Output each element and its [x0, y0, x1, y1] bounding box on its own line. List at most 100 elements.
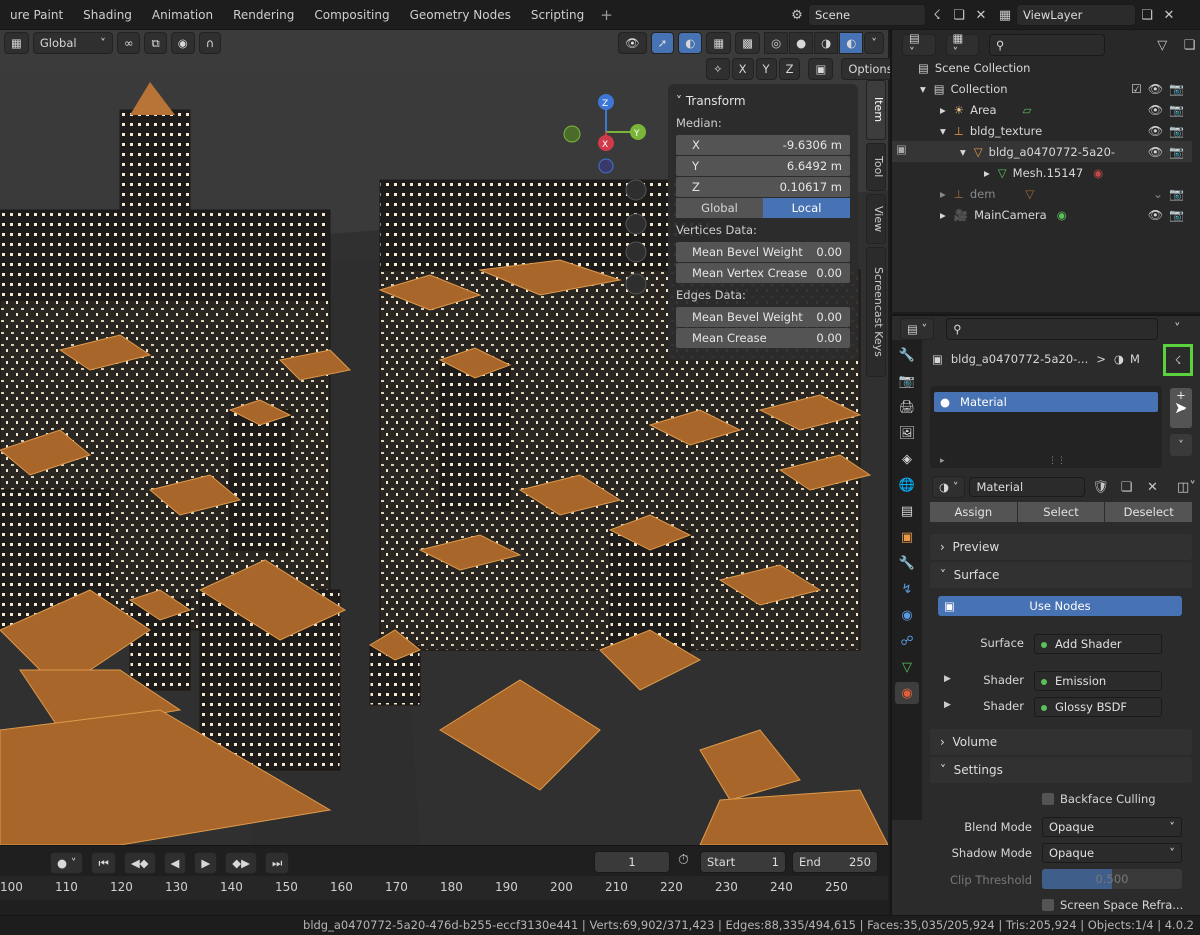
tab-animation[interactable]: Animation [142, 0, 223, 30]
local-toggle[interactable]: Local [763, 198, 850, 218]
editor-type-icon[interactable]: ▤ ˅ [902, 31, 936, 59]
shader2-dropdown[interactable]: Glossy BSDF [1034, 697, 1162, 717]
viewlayer-field[interactable]: ViewLayer [1016, 4, 1136, 26]
viewlayer-icon[interactable]: ▦ [994, 4, 1016, 26]
add-workspace-button[interactable]: + [594, 0, 619, 30]
tab-rendering[interactable]: Rendering [223, 0, 304, 30]
outliner-row-dem[interactable]: ▸ ⊥ dem ▽ ⌄ 📷 [892, 183, 1192, 204]
start-frame-field[interactable]: Start 1 [700, 851, 786, 873]
tab-geometry-nodes[interactable]: Geometry Nodes [400, 0, 521, 30]
transform-pivot-icon[interactable]: ▦ [4, 32, 29, 54]
pan-hand-icon[interactable] [625, 213, 647, 235]
global-toggle[interactable]: Global [676, 198, 763, 218]
hidden-eye-icon[interactable]: ⌄ [1153, 187, 1163, 201]
material-name-field[interactable]: Material [969, 477, 1086, 497]
tab-view[interactable]: View [866, 194, 886, 244]
browse-material-icon[interactable]: ◑ ˅ [932, 476, 966, 498]
shadow-mode-dropdown[interactable]: Opaque ˅ [1042, 843, 1182, 863]
outliner-row-area[interactable]: ▸ ☀ Area ▱ 👁 📷 [892, 99, 1192, 120]
clip-threshold-slider[interactable]: 0.500 [1042, 869, 1182, 889]
overlay-toggle-icon[interactable]: ◐ [678, 32, 703, 54]
visibility-eye-icon[interactable]: 👁 [1148, 124, 1163, 138]
new-collection-icon[interactable]: ❏ [1179, 34, 1200, 56]
gizmo-toggle-icon[interactable]: ➚ [650, 32, 675, 54]
pivot-point-icon[interactable]: ∞ [116, 32, 141, 54]
next-keyframe-icon[interactable]: ◆▶ [225, 852, 257, 874]
scene-field[interactable]: Scene [808, 4, 926, 26]
properties-options-icon[interactable]: ˅ [1166, 318, 1188, 340]
world-tab-icon[interactable]: 🌐 [895, 474, 919, 496]
render-camera-icon[interactable]: 📷 [1169, 187, 1184, 201]
surface-shader-dropdown[interactable]: Add Shader [1034, 634, 1162, 654]
visibility-eye-icon[interactable]: 👁 [1148, 145, 1163, 159]
mirror-icon[interactable]: ✧ [706, 58, 730, 80]
duplicate-material-icon[interactable]: ❏ [1115, 476, 1137, 498]
shading-options-icon[interactable]: ˅ [864, 32, 884, 54]
prev-keyframe-icon[interactable]: ◀◆ [123, 852, 156, 874]
jump-end-icon[interactable]: ⏭ [264, 852, 290, 874]
visibility-eye-icon[interactable]: 👁 [1148, 103, 1163, 117]
preview-panel-header[interactable]: › Preview [930, 534, 1192, 560]
render-camera-icon[interactable]: 📷 [1169, 124, 1184, 138]
collection-tab-icon[interactable]: ▤ [895, 500, 919, 522]
wireframe-shading-icon[interactable]: ◎ [764, 32, 789, 54]
assign-button[interactable]: Assign [930, 502, 1017, 522]
view-object-types-icon[interactable]: 👁 [618, 32, 647, 54]
filter-icon[interactable]: ▽ [1152, 34, 1173, 56]
outliner-search-input[interactable]: ⚲ [989, 34, 1106, 56]
jump-start-icon[interactable]: ⏮ [91, 852, 116, 874]
material-shading-icon[interactable]: ◑ [814, 32, 839, 54]
falloff-icon[interactable]: ∩ [198, 32, 222, 54]
outliner-row-scene-collection[interactable]: ▤ Scene Collection [892, 57, 1192, 78]
render-camera-icon[interactable]: 📷 [1169, 145, 1184, 159]
shader1-dropdown[interactable]: Emission [1034, 671, 1162, 691]
render-camera-icon[interactable]: 📷 [1169, 103, 1184, 117]
list-expand-icon[interactable]: ▸ [940, 456, 945, 466]
modifier-tab-icon[interactable]: 🔧 [895, 552, 919, 574]
outliner-row-bldg-object[interactable]: ▾ ▽ bldg_a0470772-5a20- 👁 📷 [892, 141, 1192, 162]
material-tab-icon[interactable]: ◉ [895, 682, 919, 704]
ssr-checkbox[interactable]: Screen Space Refra... [1042, 898, 1183, 912]
shader1-expand-icon[interactable]: ▶ [944, 674, 951, 684]
scene-tab-icon[interactable]: ◈ [895, 448, 919, 470]
xray-toggle-icon[interactable]: ▩ [735, 32, 761, 54]
pin-scene-icon[interactable]: ☇ [926, 4, 948, 26]
view-layer-tab-icon[interactable]: 🖼 [895, 422, 919, 444]
use-nodes-button[interactable]: ▣ Use Nodes [938, 596, 1182, 616]
render-camera-icon[interactable]: 📷 [1169, 208, 1184, 222]
data-tab-icon[interactable]: ▽ [895, 656, 919, 678]
scene-icon[interactable]: ⚙ [786, 4, 808, 26]
sync-icon[interactable]: ▣ [896, 142, 907, 156]
median-x-field[interactable]: X -9.6306 m [676, 135, 850, 155]
auto-merge-icon[interactable]: ▣ [808, 58, 834, 80]
object-tab-icon[interactable]: ▣ [895, 526, 919, 548]
fake-user-icon[interactable]: 🛡 [1089, 476, 1111, 498]
display-mode-icon[interactable]: ▦ ˅ [945, 31, 980, 59]
snap-icon[interactable]: ⧉ [144, 32, 167, 54]
camera-view-icon[interactable] [625, 241, 647, 263]
end-frame-field[interactable]: End 250 [792, 851, 878, 873]
tab-texture-paint[interactable]: ure Paint [0, 0, 73, 30]
physics-tab-icon[interactable]: ◉ [895, 604, 919, 626]
median-z-field[interactable]: Z 0.10617 m [676, 177, 850, 197]
zoom-icon[interactable] [625, 179, 647, 201]
render-camera-icon[interactable]: 📷 [1169, 82, 1184, 96]
list-resize-handle[interactable]: ⋮⋮ [1048, 456, 1066, 466]
vertex-crease-field[interactable]: Mean Vertex Crease 0.00 [676, 263, 850, 283]
material-slot-item[interactable]: ● Material [934, 392, 1158, 412]
particles-tab-icon[interactable]: ↯ [895, 578, 919, 600]
frame-ruler[interactable]: 100 110 120 130 140 150 160 170 180 190 … [0, 876, 888, 900]
new-scene-icon[interactable]: ❏ [948, 4, 970, 26]
checkbox-icon[interactable]: ☑ [1131, 82, 1142, 96]
current-frame-field[interactable]: 1 [594, 851, 670, 873]
visibility-eye-icon[interactable]: 👁 [1148, 208, 1163, 222]
visibility-eye-icon[interactable]: 👁 [1148, 82, 1163, 96]
solid-shading-icon[interactable]: ● [789, 32, 814, 54]
tab-shading[interactable]: Shading [73, 0, 142, 30]
blend-mode-dropdown[interactable]: Opaque ˅ [1042, 817, 1182, 837]
deselect-button[interactable]: Deselect [1105, 502, 1193, 522]
constraints-tab-icon[interactable]: ☍ [895, 630, 919, 652]
vertex-bevel-weight-field[interactable]: Mean Bevel Weight 0.00 [676, 242, 850, 262]
outliner-row-bldg-texture[interactable]: ▾ ⊥ bldg_texture 👁 📷 [892, 120, 1192, 141]
mirror-y-toggle[interactable]: Y [755, 58, 777, 80]
